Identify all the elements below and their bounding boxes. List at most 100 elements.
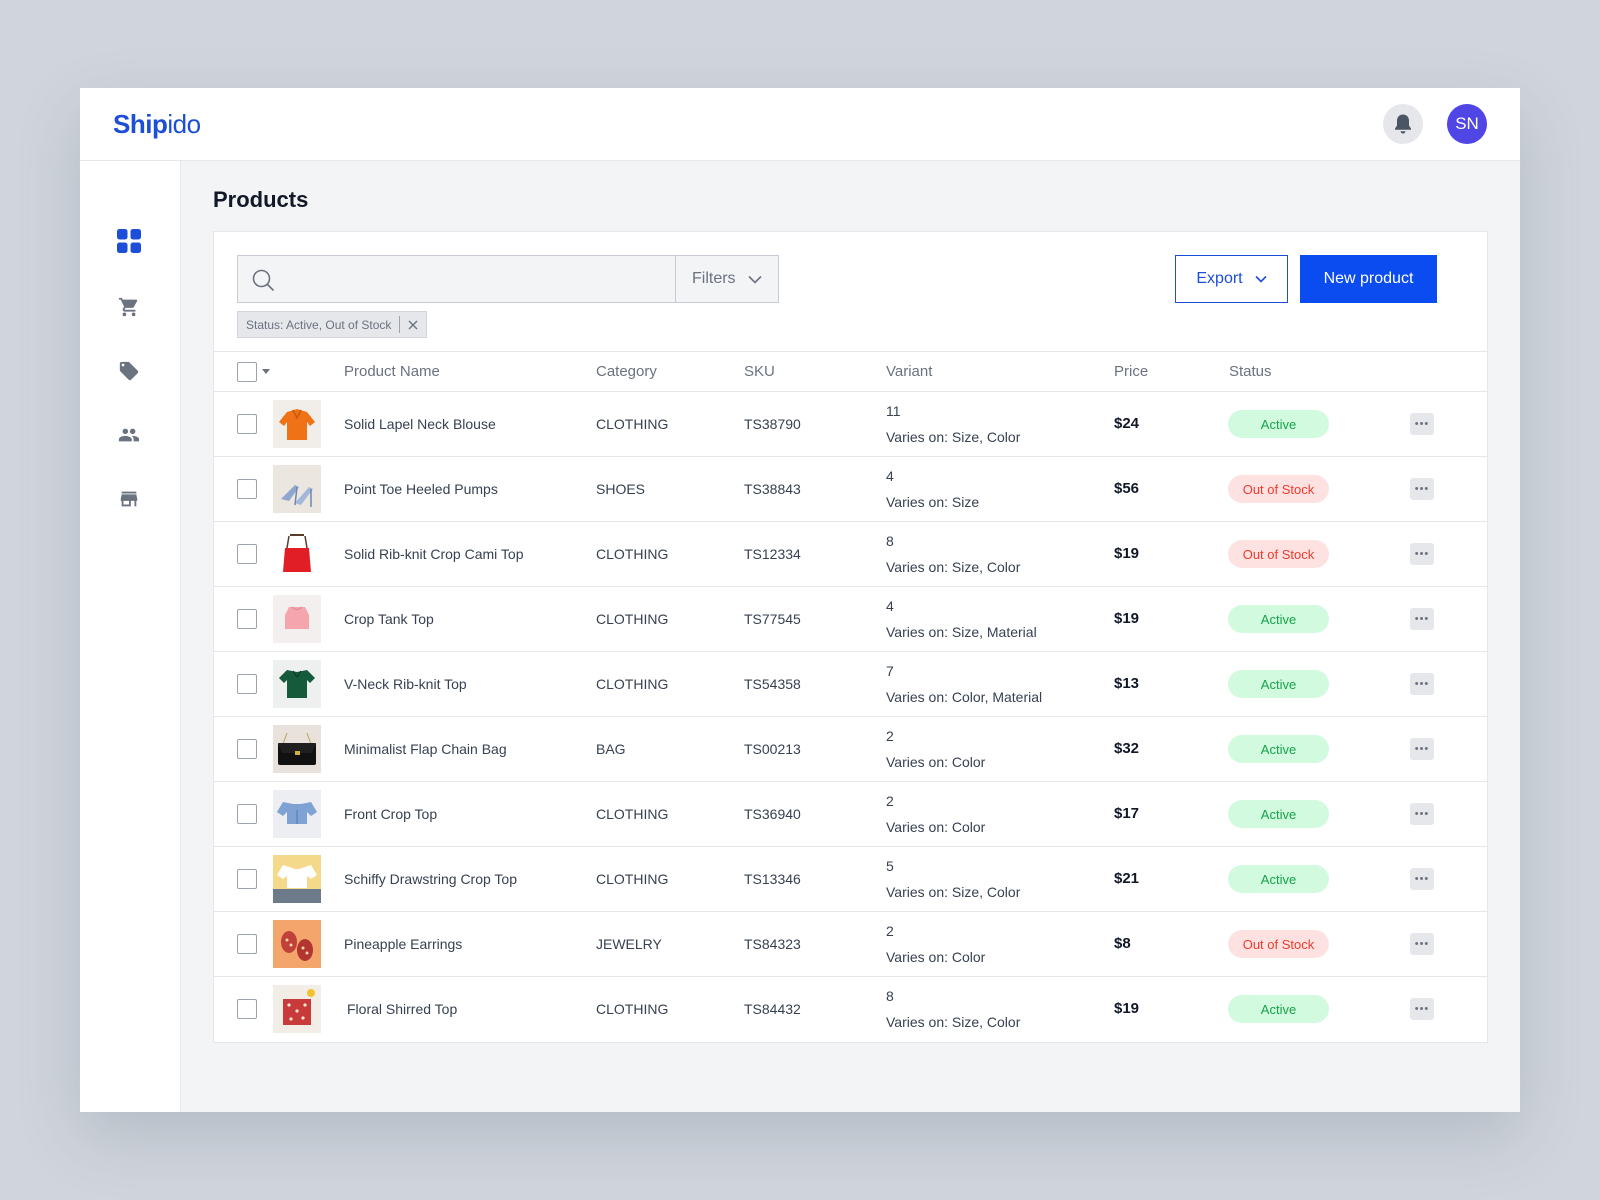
- new-product-button[interactable]: New product: [1300, 255, 1437, 303]
- sidebar-item-store[interactable]: [116, 486, 142, 512]
- product-thumbnail[interactable]: [273, 400, 321, 448]
- column-header-status[interactable]: Status: [1229, 363, 1272, 380]
- product-thumbnail[interactable]: [273, 595, 321, 643]
- export-label: Export: [1196, 270, 1243, 287]
- column-header-product-name[interactable]: Product Name: [344, 363, 440, 380]
- product-price: $19: [1114, 610, 1140, 627]
- sidebar-item-products[interactable]: [116, 358, 142, 384]
- row-actions-button[interactable]: •••: [1410, 803, 1434, 825]
- product-name[interactable]: Pineapple Earrings: [344, 936, 462, 952]
- row-actions-button[interactable]: •••: [1410, 543, 1434, 565]
- product-name[interactable]: Minimalist Flap Chain Bag: [344, 741, 507, 757]
- page-title: Products: [213, 187, 309, 212]
- row-actions-button[interactable]: •••: [1410, 478, 1434, 500]
- row-checkbox[interactable]: [237, 479, 257, 499]
- close-icon[interactable]: [408, 320, 418, 330]
- notifications-button[interactable]: [1383, 104, 1423, 144]
- product-thumbnail[interactable]: [273, 660, 321, 708]
- status-badge: Active: [1228, 670, 1329, 698]
- product-sku: TS13346: [744, 871, 801, 887]
- cart-icon: [118, 297, 138, 317]
- select-all-checkbox[interactable]: [237, 362, 257, 382]
- row-actions-button[interactable]: •••: [1410, 738, 1434, 760]
- main-content: Products Filters Status: Active, Out of …: [181, 161, 1520, 1112]
- product-name[interactable]: Solid Lapel Neck Blouse: [344, 416, 496, 432]
- row-checkbox[interactable]: [237, 999, 257, 1019]
- row-checkbox[interactable]: [237, 739, 257, 759]
- product-thumbnail[interactable]: [273, 855, 321, 903]
- variant-description: Varies on: Color, Material: [886, 689, 1043, 705]
- row-checkbox[interactable]: [237, 414, 257, 434]
- product-thumbnail[interactable]: [273, 920, 321, 968]
- variant-description: Varies on: Size, Color: [886, 559, 1021, 575]
- sidebar-item-orders[interactable]: [116, 294, 142, 320]
- column-header-sku[interactable]: SKU: [744, 363, 775, 380]
- status-badge: Active: [1228, 800, 1329, 828]
- column-header-category[interactable]: Category: [596, 363, 657, 380]
- table-body: Solid Lapel Neck Blouse CLOTHING TS38790…: [214, 392, 1487, 1042]
- product-name[interactable]: Floral Shirred Top: [347, 1001, 457, 1017]
- variant-description: Varies on: Color: [886, 819, 986, 835]
- sidebar-item-dashboard[interactable]: [116, 228, 142, 254]
- product-name[interactable]: Front Crop Top: [344, 806, 437, 822]
- row-checkbox[interactable]: [237, 869, 257, 889]
- product-name[interactable]: Crop Tank Top: [344, 611, 434, 627]
- row-actions-button[interactable]: •••: [1410, 933, 1434, 955]
- search-icon: [252, 269, 274, 291]
- product-price: $21: [1114, 870, 1140, 887]
- product-name[interactable]: Schiffy Drawstring Crop Top: [344, 871, 517, 887]
- product-price: $17: [1114, 805, 1140, 822]
- product-sku: TS38843: [744, 481, 801, 497]
- floral-top-image: [273, 985, 321, 1033]
- row-actions-button[interactable]: •••: [1410, 868, 1434, 890]
- product-name[interactable]: V-Neck Rib-knit Top: [344, 676, 467, 692]
- export-button[interactable]: Export: [1175, 255, 1288, 303]
- row-actions-button[interactable]: •••: [1410, 413, 1434, 435]
- caret-down-icon[interactable]: [262, 369, 270, 375]
- product-category: CLOTHING: [596, 611, 669, 627]
- green-top-image: [273, 660, 321, 708]
- product-thumbnail[interactable]: [273, 465, 321, 513]
- product-name[interactable]: Solid Rib-knit Crop Cami Top: [344, 546, 523, 562]
- table-row: Pineapple Earrings JEWELRY TS84323 2 Var…: [214, 912, 1487, 977]
- column-header-price[interactable]: Price: [1114, 363, 1148, 380]
- product-thumbnail[interactable]: [273, 725, 321, 773]
- row-checkbox[interactable]: [237, 609, 257, 629]
- chip-divider: [399, 316, 401, 333]
- search-input[interactable]: [286, 256, 666, 302]
- product-name[interactable]: Point Toe Heeled Pumps: [344, 481, 498, 497]
- row-checkbox[interactable]: [237, 804, 257, 824]
- product-thumbnail[interactable]: [273, 790, 321, 838]
- row-actions-button[interactable]: •••: [1410, 998, 1434, 1020]
- row-actions-button[interactable]: •••: [1410, 608, 1434, 630]
- sidebar-item-customers[interactable]: [116, 422, 142, 448]
- table-row: Solid Rib-knit Crop Cami Top CLOTHING TS…: [214, 522, 1487, 587]
- row-checkbox[interactable]: [237, 544, 257, 564]
- chevron-down-icon: [748, 275, 762, 284]
- variant-count: 7: [886, 663, 894, 679]
- variant-count: 2: [886, 728, 894, 744]
- blouse-image: [273, 400, 321, 448]
- row-checkbox[interactable]: [237, 674, 257, 694]
- product-thumbnail[interactable]: [273, 985, 321, 1033]
- product-category: CLOTHING: [596, 871, 669, 887]
- status-badge: Active: [1228, 995, 1329, 1023]
- product-category: BAG: [596, 741, 626, 757]
- row-checkbox[interactable]: [237, 934, 257, 954]
- app-logo[interactable]: Shipido: [113, 109, 201, 140]
- product-category: CLOTHING: [596, 416, 669, 432]
- row-actions-button[interactable]: •••: [1410, 673, 1434, 695]
- product-category: CLOTHING: [596, 676, 669, 692]
- variant-count: 11: [886, 403, 901, 419]
- variant-count: 4: [886, 598, 894, 614]
- dashboard-icon: [117, 229, 141, 253]
- user-avatar[interactable]: SN: [1447, 104, 1487, 144]
- users-icon: [118, 428, 140, 442]
- product-thumbnail[interactable]: [273, 530, 321, 578]
- column-header-variant[interactable]: Variant: [886, 363, 932, 380]
- more-icon: •••: [1414, 807, 1430, 820]
- product-sku: TS36940: [744, 806, 801, 822]
- filters-dropdown[interactable]: Filters: [676, 256, 778, 302]
- product-sku: TS84432: [744, 1001, 801, 1017]
- filters-label: Filters: [692, 270, 736, 287]
